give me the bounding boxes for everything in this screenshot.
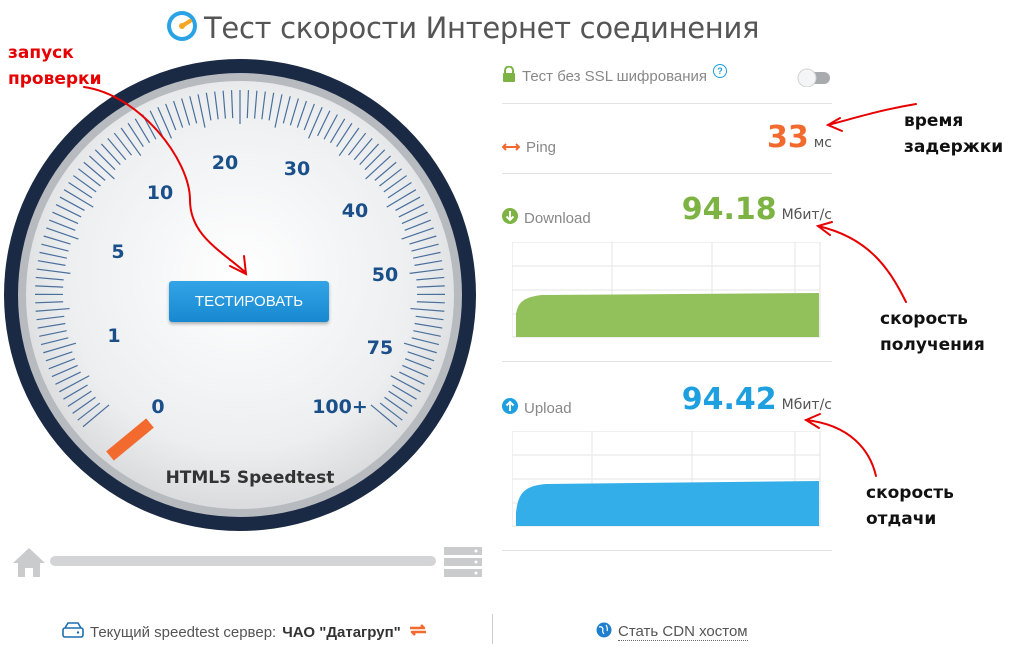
server-name: ЧАО "Датагруп": [282, 623, 401, 641]
start-test-button[interactable]: ТЕСТИРОВАТЬ: [169, 281, 329, 322]
annotation-line: отдачи: [866, 509, 937, 529]
upload-label: Upload: [524, 399, 572, 417]
upload-value: 94.42: [681, 382, 777, 417]
page-title-text: Тест скорости Интернет соединения: [204, 11, 760, 45]
annotation-line: задержки: [904, 137, 1004, 157]
download-graph: [511, 241, 822, 343]
annotation-line: скорость: [866, 483, 954, 503]
ssl-label: Тест без SSL шифрования: [522, 67, 708, 85]
divider: [502, 550, 832, 551]
annotation-upload: скорость отдачи: [866, 480, 954, 532]
gauge-tick-0: 0: [151, 396, 165, 418]
footer-divider: [492, 614, 493, 644]
current-server: Текущий speedtest сервер: ЧАО "Датагруп": [62, 622, 429, 642]
divider: [502, 103, 832, 104]
gauge-tick-5: 5: [111, 241, 125, 263]
page-title: Тест скорости Интернет соединения: [166, 8, 759, 48]
gauge-caption: HTML5 Speedtest: [165, 468, 335, 488]
server-slider-track[interactable]: [50, 556, 436, 566]
divider: [502, 361, 832, 362]
gauge-tick-50: 50: [371, 264, 399, 286]
upload-arrow-icon: [502, 398, 518, 418]
ping-label-group: Ping: [501, 139, 557, 156]
upload-graph: [511, 430, 822, 532]
gauge-tick-1: 1: [107, 325, 121, 347]
upload-readout: 94.42 Мбит/с: [660, 382, 832, 417]
ping-readout: 33 мс: [700, 120, 832, 155]
download-unit: Мбит/с: [781, 207, 832, 223]
lock-icon: [502, 65, 516, 86]
gauge-tick-100: 100+: [312, 396, 368, 418]
cdn-link-label[interactable]: Стать CDN хостом: [618, 623, 748, 641]
gauge-tick-40: 40: [341, 200, 369, 222]
upload-label-group: Upload: [502, 398, 572, 418]
ping-value: 33: [766, 120, 809, 155]
download-value: 94.18: [681, 192, 777, 227]
upload-unit: Мбит/с: [781, 397, 832, 413]
annotation-line: скорость: [880, 309, 968, 329]
download-label: Download: [524, 209, 591, 227]
annotation-latency: время задержки: [904, 108, 1003, 160]
server-label: Текущий speedtest сервер:: [90, 623, 277, 641]
annotation-download: скорость получения: [880, 306, 985, 358]
hard-drive-icon: [62, 622, 84, 642]
server-list-icon[interactable]: [444, 546, 482, 583]
annotation-line: время: [904, 111, 964, 131]
annotation-line: получения: [880, 335, 985, 355]
gauge-tick-30: 30: [283, 158, 311, 180]
ssl-toggle[interactable]: [796, 67, 832, 88]
ping-arrows-icon: [501, 139, 521, 156]
download-arrow-icon: [502, 208, 518, 228]
gauge-tick-10: 10: [146, 182, 174, 204]
globe-icon: [596, 622, 612, 642]
cdn-host-link[interactable]: Стать CDN хостом: [596, 622, 748, 642]
home-icon[interactable]: [12, 546, 46, 583]
divider: [502, 173, 832, 174]
change-server-icon[interactable]: [407, 622, 429, 642]
download-label-group: Download: [502, 208, 591, 228]
ping-unit: мс: [813, 135, 832, 151]
ping-label: Ping: [526, 139, 557, 156]
help-icon[interactable]: ?: [713, 64, 728, 78]
speedometer-logo-icon: [166, 10, 198, 47]
ssl-option: Тест без SSL шифрования ?: [502, 64, 728, 86]
download-readout: 94.18 Мбит/с: [660, 192, 832, 227]
gauge-tick-75: 75: [366, 337, 394, 359]
gauge-tick-20: 20: [211, 152, 239, 174]
